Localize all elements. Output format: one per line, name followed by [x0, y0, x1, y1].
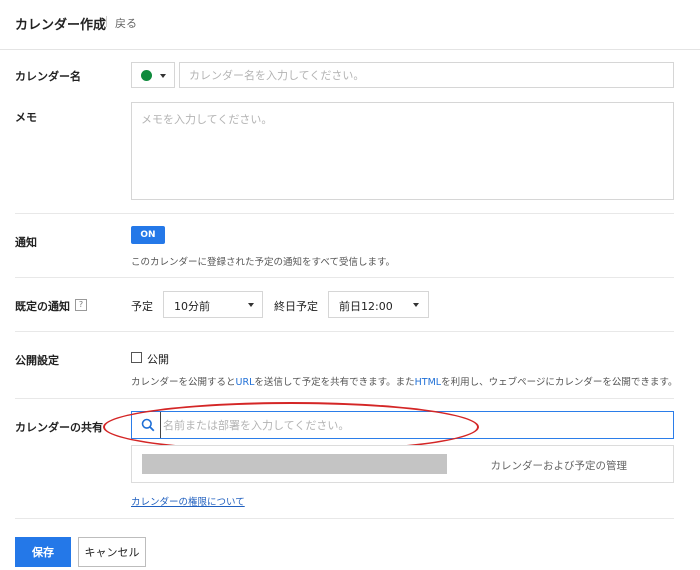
share-permission-label[interactable]: カレンダーおよび予定の管理 [491, 458, 628, 473]
redacted-name-bar [142, 454, 447, 474]
event-notification-label: 予定 [131, 300, 153, 313]
allday-notification-select[interactable]: 前日12:00 [328, 291, 429, 318]
share-search-field[interactable] [131, 411, 674, 439]
chevron-down-icon [160, 74, 166, 78]
section-divider [15, 331, 674, 332]
section-divider [15, 277, 674, 278]
section-divider [15, 518, 674, 519]
help-icon[interactable]: ? [75, 299, 87, 311]
html-link-text: HTML [414, 377, 442, 388]
notification-toggle[interactable]: ON [131, 226, 165, 244]
default-notification-label: 既定の通知 [15, 300, 70, 313]
page-header: カレンダー作成 戻る [0, 0, 700, 50]
notification-label: 通知 [15, 236, 37, 249]
helper-text-part: カレンダーを公開すると [131, 377, 236, 388]
publish-helper-text: カレンダーを公開するとURLを送信して予定を共有できます。またHTMLを利用し、… [131, 374, 677, 388]
helper-text-part: を利用し、ウェブページにカレンダーを公開できます。 [441, 377, 678, 388]
memo-label: メモ [15, 111, 37, 124]
event-notification-select[interactable]: 10分前 [163, 291, 263, 318]
publish-checkbox[interactable] [131, 352, 142, 363]
cancel-button[interactable]: キャンセル [78, 537, 146, 567]
permissions-help-link[interactable]: カレンダーの権限について [131, 494, 245, 508]
section-divider [15, 398, 674, 399]
share-search-input[interactable] [160, 412, 660, 438]
back-link[interactable]: 戻る [115, 15, 137, 31]
publish-checkbox-label[interactable]: 公開 [147, 351, 169, 367]
section-divider [15, 213, 674, 214]
notification-helper-text: このカレンダーに登録された予定の通知をすべて受信します。 [131, 257, 396, 268]
header-divider [106, 16, 107, 27]
helper-text-part: を送信して予定を共有できます。また [254, 377, 415, 388]
search-icon [141, 418, 155, 432]
chevron-down-icon [248, 303, 254, 307]
event-notification-value: 10分前 [174, 300, 210, 313]
memo-textarea[interactable] [131, 102, 674, 200]
publish-label: 公開設定 [15, 354, 59, 367]
save-button[interactable]: 保存 [15, 537, 71, 567]
chevron-down-icon [413, 303, 419, 307]
allday-notification-label: 終日予定 [274, 300, 318, 313]
color-swatch [141, 70, 152, 81]
calendar-name-label: カレンダー名 [15, 70, 81, 83]
allday-notification-value: 前日12:00 [339, 300, 393, 313]
calendar-name-input[interactable] [179, 62, 674, 88]
share-list-item: カレンダーおよび予定の管理 [131, 445, 674, 483]
color-picker[interactable] [131, 62, 175, 88]
share-label: カレンダーの共有 [15, 421, 103, 434]
page-title: カレンダー作成 [15, 18, 107, 33]
url-link-text: URL [235, 377, 255, 388]
